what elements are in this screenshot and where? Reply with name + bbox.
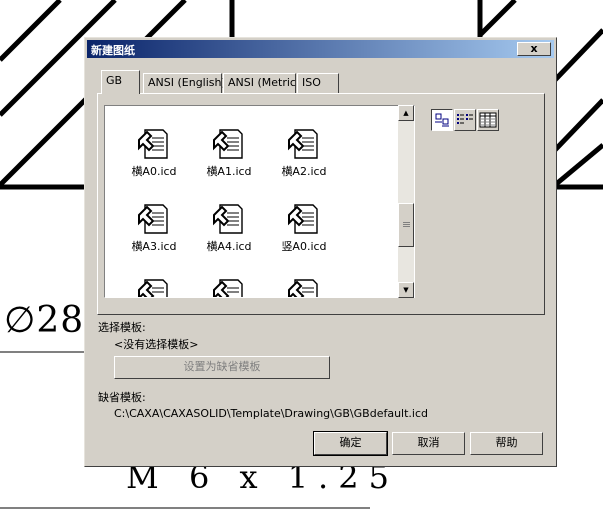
default-template-path: C:\CAXA\CAXASOLID\Template\Drawing\GB\GB…: [114, 407, 428, 420]
view-mode-toolbar: [431, 109, 503, 131]
template-item-label: 横A4.icd: [206, 240, 252, 253]
tab-ansi-english[interactable]: ANSI (English): [143, 73, 226, 93]
scroll-up-button[interactable]: ▲: [398, 105, 414, 121]
template-icon-view[interactable]: 横A0.icd 横A1.icd 横A2.icd 横A3.icd 横A4.icd …: [104, 105, 415, 298]
drawing-file-icon: [288, 129, 318, 159]
template-item-label: 竖A0.icd: [281, 240, 327, 253]
new-drawing-dialog: 新建图纸 x GB ANSI (English) ANSI (Metric) I…: [84, 37, 557, 467]
template-item[interactable]: 横A1.icd: [194, 128, 264, 179]
hatch-line: [553, 28, 603, 82]
select-template-label: 选择模板:: [98, 321, 146, 334]
template-item[interactable]: [119, 278, 189, 297]
drawing-file-icon: [288, 279, 318, 297]
close-icon: x: [530, 42, 538, 55]
tab-gb[interactable]: GB: [101, 70, 140, 94]
tab-ansi-metric[interactable]: ANSI (Metric): [223, 73, 300, 93]
list-icon: [457, 114, 473, 124]
grip-icon: [403, 222, 410, 228]
details-icon: [479, 112, 497, 128]
drawing-file-icon: [138, 129, 168, 159]
drawing-file-icon: [213, 204, 243, 234]
drawing-file-icon: [138, 279, 168, 297]
hatch-line: [553, 143, 603, 187]
template-item[interactable]: [269, 278, 339, 297]
dialog-title: 新建图纸: [91, 44, 135, 57]
hatch-line: [553, 98, 603, 152]
hatch-line: [0, 0, 62, 62]
drawing-file-icon: [213, 279, 243, 297]
selected-template-value: <没有选择模板>: [114, 338, 199, 351]
drawing-file-icon: [138, 204, 168, 234]
template-item-label: 横A0.icd: [131, 165, 177, 178]
large-icons-icon: [435, 113, 449, 127]
template-item[interactable]: 横A2.icd: [269, 128, 339, 179]
tab-iso[interactable]: ISO: [297, 73, 339, 93]
template-item-label: 横A3.icd: [131, 240, 177, 253]
dialog-titlebar[interactable]: 新建图纸 x: [87, 40, 554, 58]
template-item[interactable]: 竖A0.icd: [269, 203, 339, 254]
details-view-button[interactable]: [477, 109, 499, 131]
cancel-button[interactable]: 取消: [392, 432, 465, 455]
list-view-button[interactable]: [454, 109, 476, 131]
scroll-thumb[interactable]: [398, 203, 414, 247]
arrow-up-icon: ▲: [403, 109, 409, 117]
vertical-scrollbar[interactable]: ▲ ▼: [398, 105, 414, 298]
drawing-file-icon: [288, 204, 318, 234]
template-item-label: 横A2.icd: [281, 165, 327, 178]
scroll-down-button[interactable]: ▼: [398, 282, 414, 298]
template-item[interactable]: 横A0.icd: [119, 128, 189, 179]
arrow-down-icon: ▼: [403, 286, 409, 294]
diameter-dimension-text: ∅28: [4, 300, 85, 341]
close-button[interactable]: x: [517, 42, 551, 56]
ok-button[interactable]: 确定: [313, 431, 388, 456]
template-item[interactable]: 横A4.icd: [194, 203, 264, 254]
help-button[interactable]: 帮助: [470, 432, 543, 455]
template-item-label: 横A1.icd: [206, 165, 252, 178]
template-item[interactable]: 横A3.icd: [119, 203, 189, 254]
set-as-default-button[interactable]: 设置为缺省模板: [114, 356, 330, 379]
hatch-line: [478, 0, 517, 37]
drawing-file-icon: [213, 129, 243, 159]
default-template-label: 缺省模板:: [98, 391, 146, 404]
large-icons-view-button[interactable]: [431, 109, 453, 131]
template-item[interactable]: [194, 278, 264, 297]
